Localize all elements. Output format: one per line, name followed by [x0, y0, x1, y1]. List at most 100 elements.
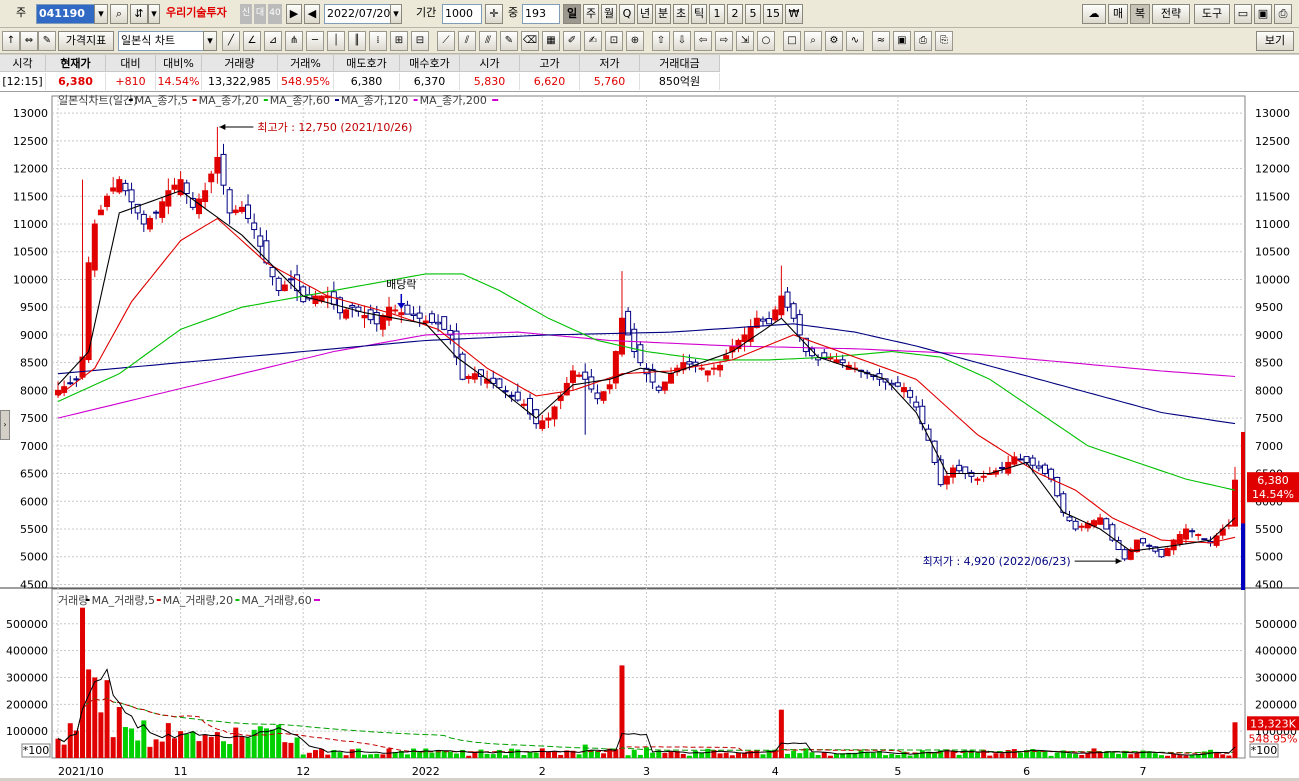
period-button-8[interactable]: 1 — [709, 4, 725, 24]
eraser-icon[interactable]: ▦ — [542, 31, 560, 51]
period-button-1[interactable]: 주 — [583, 4, 599, 24]
count-input[interactable]: 193 — [522, 4, 560, 24]
sell-button[interactable]: 매 — [1108, 4, 1128, 24]
fan-icon[interactable]: ⋔ — [285, 31, 303, 51]
price-tick-label-right: 13000 — [1255, 107, 1290, 120]
last-price-text: 6,380 — [1257, 474, 1289, 487]
period-button-5[interactable]: 분 — [655, 4, 671, 24]
cycle-icon[interactable]: ⊞ — [390, 31, 408, 51]
pattern-icon[interactable]: ▣ — [893, 31, 911, 51]
sort-dropdown-icon[interactable]: ▾ — [148, 4, 160, 24]
text-icon[interactable]: ⊕ — [626, 31, 644, 51]
print-icon[interactable]: ⎙ — [1274, 4, 1292, 24]
crosshair-icon[interactable]: ✛ — [485, 4, 503, 24]
printer-icon[interactable]: ⎘ — [935, 31, 953, 51]
zoom-icon[interactable]: ⇧ — [652, 31, 670, 51]
angle-icon[interactable]: ⊿ — [264, 31, 282, 51]
period-button-4[interactable]: 년 — [637, 4, 653, 24]
period-button-11[interactable]: 15 — [763, 4, 783, 24]
period-button-7[interactable]: 틱 — [691, 4, 707, 24]
price-tick-label-right: 11500 — [1255, 190, 1290, 203]
edit-icon[interactable]: ✎ — [38, 31, 56, 51]
price-tick-label-right: 11000 — [1255, 218, 1290, 231]
period-button-9[interactable]: 2 — [727, 4, 743, 24]
info-header-6: 매도호가 — [334, 55, 400, 72]
fibo-icon[interactable]: ⟋ — [437, 31, 455, 51]
candle-body — [269, 266, 276, 278]
date-dropdown-icon[interactable]: ▾ — [390, 4, 402, 24]
trendline-icon[interactable]: ∠ — [243, 31, 261, 51]
period-button-12[interactable]: ₩ — [785, 4, 803, 24]
multi-button[interactable]: 복 — [1130, 4, 1150, 24]
vline-icon[interactable]: ║ — [348, 31, 366, 51]
folder-icon[interactable]: ▭ — [1234, 4, 1252, 24]
parallel-icon[interactable]: ⫻ — [479, 31, 497, 51]
code-dropdown-icon[interactable]: ▾ — [94, 4, 108, 24]
price-tick-label-left: 5500 — [20, 523, 48, 536]
candle-body — [698, 367, 705, 370]
volume-tick-label-left: 100000 — [6, 725, 48, 738]
arrow-up-small-icon[interactable]: ↑ — [2, 31, 20, 51]
view-button[interactable]: 보기 — [1256, 31, 1294, 51]
arrow-up-icon[interactable]: ⇩ — [673, 31, 691, 51]
wave-icon[interactable]: ≈ — [872, 31, 890, 51]
candle-body — [913, 401, 920, 408]
tools-button[interactable]: 도구 — [1194, 4, 1230, 24]
play-back-icon[interactable]: ◀ — [304, 4, 320, 24]
candle-body — [122, 182, 129, 192]
volume-bar — [171, 738, 177, 758]
cross-icon[interactable]: ○ — [757, 31, 775, 51]
candle-body — [238, 206, 245, 212]
volume-bar — [417, 752, 423, 758]
magnifier-icon[interactable]: ⌕ — [110, 4, 128, 24]
cloud-icon[interactable]: ☁ — [1082, 4, 1106, 24]
price-tick-label-right: 9500 — [1255, 301, 1283, 314]
marker-icon[interactable]: ✍ — [584, 31, 602, 51]
arrow-left-icon[interactable]: ⇨ — [715, 31, 733, 51]
chart-type-select[interactable]: 일본식 차트 — [118, 31, 204, 51]
arrow-down-icon[interactable]: ⇦ — [694, 31, 712, 51]
expand-icon[interactable]: ⇔ — [20, 31, 38, 51]
period-button-3[interactable]: Q — [619, 4, 635, 24]
image-icon[interactable]: ⎙ — [914, 31, 932, 51]
note-icon[interactable]: ⊡ — [605, 31, 623, 51]
strategy-button[interactable]: 전략 — [1152, 4, 1190, 24]
pencil-icon[interactable]: ⌫ — [521, 31, 539, 51]
search-icon[interactable]: ⚙ — [825, 31, 843, 51]
play-forward-icon[interactable]: ▶ — [286, 4, 302, 24]
save-icon[interactable]: ▣ — [1254, 4, 1272, 24]
channel-icon[interactable]: ⫽ — [458, 31, 476, 51]
date-input[interactable]: 2022/07/20 — [324, 4, 392, 24]
volume-bar — [1011, 749, 1017, 758]
circle-icon[interactable]: □ — [783, 31, 801, 51]
stock-chart[interactable]: 4500450050005000550055006000600065006500… — [0, 92, 1299, 778]
stock-code-input[interactable]: 041190 — [36, 4, 96, 24]
info-header-2: 대비 — [106, 55, 156, 72]
grid-icon[interactable]: ⊟ — [411, 31, 429, 51]
pitchfork-icon[interactable]: ─ — [306, 31, 324, 51]
arrow-right-icon[interactable]: ⇲ — [736, 31, 754, 51]
volume-bar — [55, 738, 61, 758]
regression-icon[interactable]: ✎ — [500, 31, 518, 51]
settings-icon[interactable]: ∿ — [846, 31, 864, 51]
chart-type-dropdown-icon[interactable]: ▾ — [203, 31, 217, 51]
vlines-icon[interactable]: ⁞ — [369, 31, 387, 51]
price-indicator-button[interactable]: 가격지표 — [58, 31, 114, 51]
drawing-toolbar: ↑ ⇔ ✎ 가격지표 일본식 차트 ▾ ╱ ∠ ⊿ ⋔ ─ │ ║ ⁞ ⊞ ⊟ ⟋ ⫽ ⫻ ✎ ⌫ ▦ ✐ ✍ ⊡ ⊕… — [0, 28, 1299, 54]
candle-body — [496, 378, 503, 389]
rect-icon[interactable]: ⌕ — [804, 31, 822, 51]
fill-icon[interactable]: ✐ — [563, 31, 581, 51]
period-button-2[interactable]: 월 — [601, 4, 617, 24]
sort-arrows-icon[interactable]: ⇵ — [130, 4, 148, 24]
volume-bar — [533, 752, 539, 758]
period-button-0[interactable]: 일 — [563, 4, 581, 24]
candle-body — [146, 217, 153, 230]
period-button-10[interactable]: 5 — [745, 4, 761, 24]
period-input[interactable]: 1000 — [442, 4, 482, 24]
volume-bar — [760, 754, 766, 758]
side-collapse-handle[interactable]: › — [0, 410, 10, 440]
period-button-6[interactable]: 초 — [673, 4, 689, 24]
hline-icon[interactable]: │ — [327, 31, 345, 51]
candle-body — [232, 209, 239, 214]
cursor-icon[interactable]: ╱ — [222, 31, 240, 51]
